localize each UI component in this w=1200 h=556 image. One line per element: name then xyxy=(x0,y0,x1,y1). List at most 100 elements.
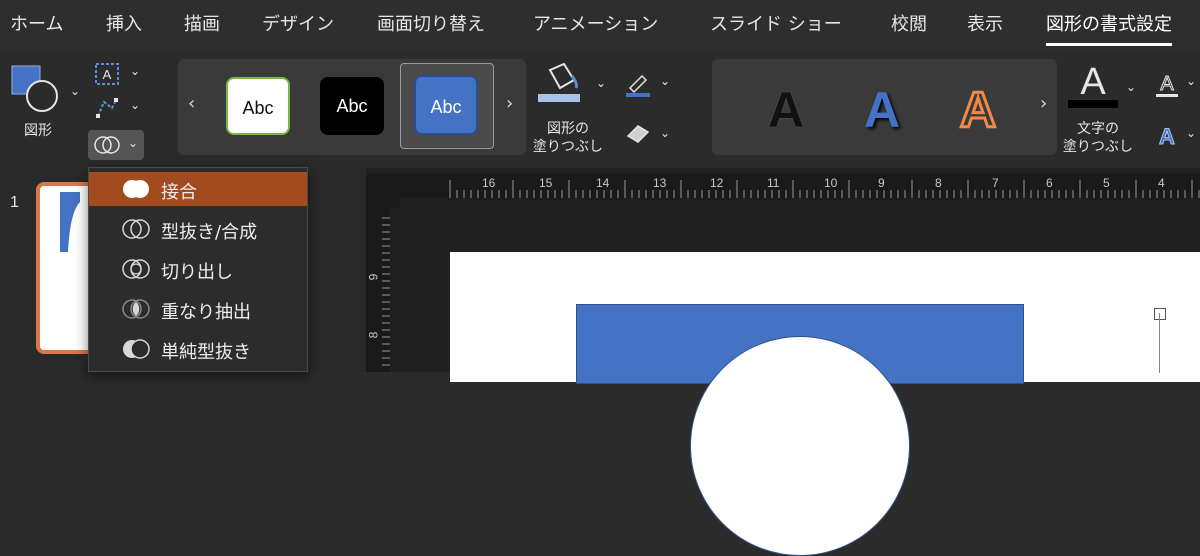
text-fill-label-line2: 塗りつぶし xyxy=(1062,139,1134,155)
chevron-down-icon: ⌄ xyxy=(596,76,607,90)
ruler-label: 6 xyxy=(1046,176,1053,190)
selection-outline xyxy=(1159,313,1160,373)
tab-design[interactable]: デザイン xyxy=(262,10,334,40)
gallery-next-icon[interactable]: › xyxy=(1040,93,1047,114)
shape-outline-button[interactable]: ⌄ xyxy=(624,70,674,98)
pen-icon xyxy=(626,74,650,97)
tab-transitions[interactable]: 画面切り替え xyxy=(377,10,485,40)
chevron-down-icon: ⌄ xyxy=(130,98,141,112)
chevron-down-icon: ⌄ xyxy=(70,84,81,98)
shape-fill-label-line1: 図形の xyxy=(547,121,589,137)
white-circle-shape[interactable] xyxy=(690,336,910,556)
shapes-label: 図形 xyxy=(24,123,52,139)
active-tab-indicator xyxy=(1046,43,1172,46)
chevron-down-icon: ⌄ xyxy=(660,126,671,140)
tab-shape-format-label: 図形の書式設定 xyxy=(1046,14,1172,35)
ribbon-tab-bar: ホーム 挿入 描画 デザイン 画面切り替え アニメーション スライド ショー 校… xyxy=(0,0,1200,50)
shape-style-white[interactable]: Abc xyxy=(226,77,290,135)
text-fill-label-line1: 文字の xyxy=(1077,121,1119,137)
menu-item-combine[interactable]: 型抜き/合成 xyxy=(89,212,307,246)
horizontal-ruler-ticks xyxy=(449,180,1200,198)
ruler-label: 10 xyxy=(824,176,838,190)
menu-item-label: 接合 xyxy=(161,182,197,203)
edit-shape-button[interactable]: ⌄ xyxy=(94,96,144,122)
chevron-down-icon: ⌄ xyxy=(660,74,671,88)
subtract-icon xyxy=(123,339,150,359)
ruler-label: 11 xyxy=(767,176,780,190)
selection-handle[interactable] xyxy=(1154,308,1166,320)
ruler-label: 7 xyxy=(992,176,999,190)
ruler-label: 9 xyxy=(366,273,381,281)
tab-animations[interactable]: アニメーション xyxy=(533,10,658,40)
gallery-prev-icon[interactable]: ‹ xyxy=(188,93,195,114)
ruler-label: 8 xyxy=(935,176,942,190)
tab-draw[interactable]: 描画 xyxy=(184,10,220,40)
text-outline-button[interactable]: A ⌄ xyxy=(1154,70,1200,98)
tab-view[interactable]: 表示 xyxy=(967,10,1003,40)
tab-insert[interactable]: 挿入 xyxy=(106,10,142,40)
slide-editing-canvas[interactable] xyxy=(366,168,1200,556)
merge-shapes-icon xyxy=(94,136,120,154)
merge-shapes-button[interactable]: ⌄ xyxy=(88,130,144,160)
vertical-ruler: 9 8 xyxy=(366,208,390,372)
shape-fill-label-line2: 塗りつぶし xyxy=(532,139,604,155)
menu-item-fragment[interactable]: 切り出し xyxy=(89,252,307,286)
fragment-icon xyxy=(122,259,150,279)
shape-style-blue[interactable]: Abc xyxy=(414,75,478,135)
menu-item-label: 切り出し xyxy=(161,262,233,283)
chevron-down-icon: ⌄ xyxy=(128,136,139,150)
tab-home[interactable]: ホーム xyxy=(10,10,63,40)
ribbon: ⌄ 図形 A ⌄ ⌄ ⌄ ‹ Abc Abc Abc › ⌄ 図形の 塗りつぶし… xyxy=(0,50,1200,168)
menu-item-intersect[interactable]: 重なり抽出 xyxy=(89,292,307,326)
eraser-icon xyxy=(626,125,650,143)
ruler-label: 13 xyxy=(653,176,667,190)
wordart-style-black[interactable]: A xyxy=(768,85,804,135)
shape-fill-button[interactable]: ⌄ 図形の 塗りつぶし xyxy=(532,60,612,160)
text-fill-button[interactable]: A ⌄ 文字の 塗りつぶし xyxy=(1062,60,1142,160)
text-outline-icon: A xyxy=(1156,73,1178,97)
text-effects-icon: A xyxy=(1159,124,1176,150)
wordart-style-blue[interactable]: A xyxy=(864,85,900,135)
text-box-icon: A xyxy=(95,63,119,85)
shape-styles-gallery: ‹ Abc Abc Abc › xyxy=(178,59,526,155)
paint-bucket-icon xyxy=(538,62,580,102)
combine-icon xyxy=(122,219,150,239)
tab-review[interactable]: 校閲 xyxy=(891,10,927,40)
shapes-icon xyxy=(11,65,58,112)
ruler-corner xyxy=(366,174,400,208)
vertical-ruler-ticks xyxy=(382,217,390,366)
text-box-button[interactable]: A ⌄ xyxy=(94,62,144,88)
text-fill-icon: A xyxy=(1068,61,1118,108)
ruler-label: 5 xyxy=(1103,176,1110,190)
edit-points-icon xyxy=(96,98,118,118)
menu-item-label: 重なり抽出 xyxy=(161,302,251,323)
shape-style-black[interactable]: Abc xyxy=(320,77,384,135)
slide-number: 1 xyxy=(10,194,19,211)
intersect-icon xyxy=(122,299,150,319)
svg-text:A: A xyxy=(1159,124,1175,149)
tab-shape-format[interactable]: 図形の書式設定 xyxy=(1046,10,1172,46)
ruler-label: 15 xyxy=(539,176,553,190)
gallery-next-icon[interactable]: › xyxy=(506,93,513,114)
ruler-label: 8 xyxy=(366,331,381,339)
insert-shapes-button[interactable]: ⌄ 図形 xyxy=(10,62,82,142)
svg-text:A: A xyxy=(1080,61,1106,103)
chevron-down-icon: ⌄ xyxy=(1186,74,1197,88)
chevron-down-icon: ⌄ xyxy=(130,64,141,78)
text-fill-label: 文字の 塗りつぶし xyxy=(1062,120,1134,156)
horizontal-ruler: 16 15 14 13 12 11 10 9 8 7 6 5 4 xyxy=(400,174,1200,198)
ruler-label: 12 xyxy=(710,176,724,190)
slide-thumbnail[interactable] xyxy=(36,182,96,354)
text-effects-button[interactable]: A ⌄ xyxy=(1154,122,1200,150)
shape-fill-label: 図形の 塗りつぶし xyxy=(532,120,604,156)
ruler-label: 9 xyxy=(878,176,885,190)
menu-item-subtract[interactable]: 単純型抜き xyxy=(89,332,307,366)
svg-text:A: A xyxy=(1160,73,1174,95)
tab-slideshow[interactable]: スライド ショー xyxy=(710,10,842,40)
shape-effects-button[interactable]: ⌄ xyxy=(624,122,674,150)
wordart-styles-gallery: A A A › xyxy=(712,59,1057,155)
wordart-style-orange-outline[interactable]: A xyxy=(958,84,997,137)
menu-item-label: 型抜き/合成 xyxy=(161,222,258,243)
ruler-label: 16 xyxy=(482,176,496,190)
menu-item-union[interactable]: 接合 xyxy=(89,172,307,206)
